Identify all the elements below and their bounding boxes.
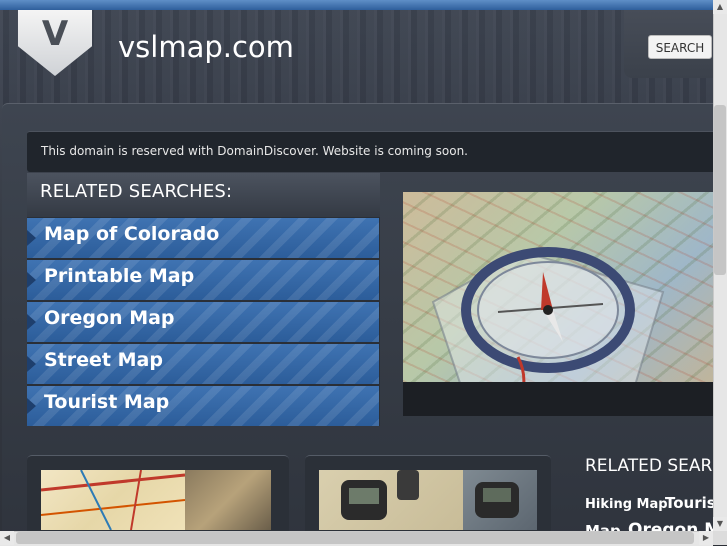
related-item-label: Oregon Map	[44, 307, 175, 329]
notice-text: This domain is reserved with DomainDisco…	[41, 144, 468, 158]
related-searches-title: RELATED SEARCHES:	[40, 181, 233, 202]
horizontal-scrollbar-thumb[interactable]	[16, 532, 694, 544]
related-searches-heading-right: RELATED SEAR	[585, 456, 713, 476]
tag-link[interactable]: Tourist	[665, 494, 713, 512]
logo-letter: V	[41, 14, 69, 54]
related-item-label: Tourist Map	[44, 391, 170, 413]
scroll-down-arrow-icon[interactable]: ▼	[713, 517, 727, 531]
scroll-up-arrow-icon[interactable]: ▲	[713, 0, 727, 14]
gps-closeup-graphic	[475, 482, 519, 518]
related-item-map-of-colorado[interactable]: Map of Colorado	[27, 218, 379, 258]
related-item-label: Map of Colorado	[44, 223, 220, 245]
scroll-left-arrow-icon[interactable]: ◀	[0, 531, 14, 545]
related-item-oregon-map[interactable]: Oregon Map	[27, 302, 379, 342]
tag-link[interactable]: Oregon M	[628, 520, 713, 531]
road-map-image	[41, 470, 185, 530]
search-button[interactable]: SEARCH	[648, 35, 712, 59]
tag-link[interactable]: Map	[585, 522, 621, 531]
tag-link[interactable]: Hiking Map	[585, 497, 668, 512]
triangle-arrow-icon	[27, 230, 36, 246]
related-item-tourist-map[interactable]: Tourist Map	[27, 386, 379, 426]
top-accent-line	[0, 0, 713, 10]
gps-device-graphic	[341, 470, 419, 520]
road-lines-graphic	[41, 470, 185, 530]
related-item-label: Street Map	[44, 349, 163, 371]
hero-caption-band	[403, 382, 713, 416]
triangle-arrow-icon	[27, 398, 36, 414]
triangle-arrow-icon	[27, 314, 36, 330]
thumbnail-card-gps-devices[interactable]	[305, 455, 551, 531]
site-title[interactable]: vslmap.com	[118, 30, 294, 64]
triangle-arrow-icon	[27, 272, 36, 288]
vertical-scrollbar-thumb[interactable]	[714, 105, 726, 275]
related-item-label: Printable Map	[44, 265, 195, 287]
page: V vslmap.com SEARCH This domain is reser…	[0, 0, 713, 531]
related-item-street-map[interactable]: Street Map	[27, 344, 379, 384]
gps-device-image	[319, 470, 463, 530]
related-item-printable-map[interactable]: Printable Map	[27, 260, 379, 300]
scroll-right-arrow-icon[interactable]: ▶	[699, 531, 713, 545]
scrollbar-corner	[713, 531, 727, 545]
road-map-closeup-image	[185, 470, 271, 530]
triangle-arrow-icon	[27, 356, 36, 372]
hero-image-compass-on-map	[403, 192, 713, 416]
thumbnail-card-road-map[interactable]	[27, 455, 289, 531]
gps-device-closeup-image	[463, 470, 537, 530]
